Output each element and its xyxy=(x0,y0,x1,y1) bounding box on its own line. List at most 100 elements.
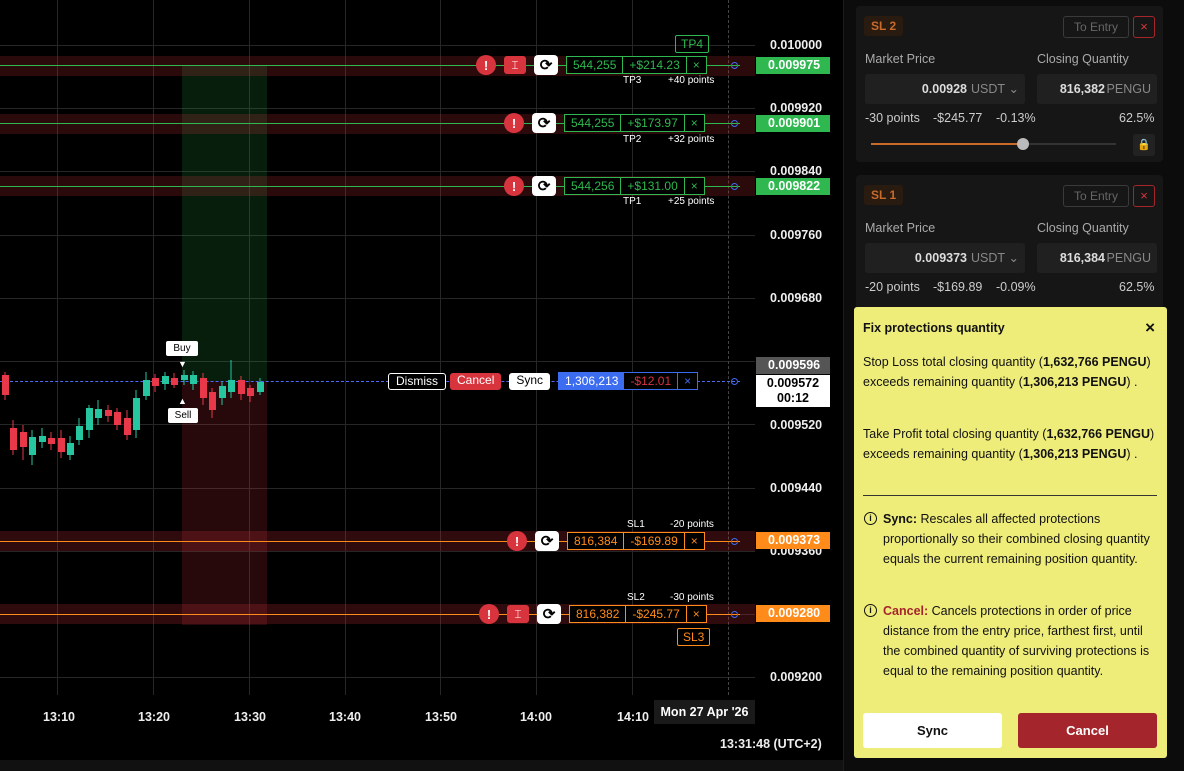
qty-unit: PENGU xyxy=(1106,251,1151,265)
info-icon: i xyxy=(864,604,877,617)
tp3-order-box[interactable]: 544,255 +$214.23 × xyxy=(566,56,707,74)
warning-icon[interactable]: ! xyxy=(507,531,527,551)
market-price-label: Market Price xyxy=(865,221,936,235)
warning-icon[interactable]: ! xyxy=(476,55,496,75)
price-tick: 0.009760 xyxy=(770,228,823,242)
slider-thumb[interactable] xyxy=(1017,138,1029,150)
closing-qty-label: Closing Quantity xyxy=(1037,221,1129,235)
tp2-label: TP2 xyxy=(623,134,642,145)
tp1-pnl: +$131.00 xyxy=(621,178,685,194)
crosshair-date-label: Mon 27 Apr '26 xyxy=(654,700,755,724)
candle-body xyxy=(10,428,17,450)
range-icon[interactable]: ⌶ xyxy=(504,56,526,74)
close-icon[interactable]: × xyxy=(687,606,706,622)
grid-line xyxy=(536,0,537,695)
quantity-slider[interactable] xyxy=(871,138,1116,150)
pnl-value: -$245.77 xyxy=(933,111,983,125)
candle-body xyxy=(162,376,169,384)
clock-label[interactable]: 13:31:48 (UTC+2) xyxy=(720,737,822,751)
sync-icon[interactable]: ⟳ xyxy=(537,604,561,624)
line-handle[interactable] xyxy=(731,62,738,69)
to-entry-button[interactable]: To Entry xyxy=(1063,16,1129,38)
share-value: 62.5% xyxy=(1119,280,1155,294)
range-icon[interactable]: ⌶ xyxy=(507,605,529,623)
position-order-box[interactable]: 1,306,213 -$12.01 × xyxy=(558,372,699,390)
sync-icon[interactable]: ⟳ xyxy=(534,55,558,75)
time-tick: 13:50 xyxy=(425,710,457,724)
sync-icon[interactable]: ⟳ xyxy=(532,113,556,133)
qty-unit: PENGU xyxy=(1106,82,1151,96)
candle-body xyxy=(238,380,245,394)
sl2-order-box[interactable]: 816,382 -$245.77 × xyxy=(569,605,707,623)
line-handle[interactable] xyxy=(731,183,738,190)
closing-qty-value: 816,384 xyxy=(1059,251,1105,265)
sync-explanation: Sync: Rescales all affected protections … xyxy=(883,509,1159,569)
sl1-order-box[interactable]: 816,384 -$169.89 × xyxy=(567,532,705,550)
tp2-points: +32 points xyxy=(668,134,715,145)
close-icon[interactable]: × xyxy=(1145,318,1155,338)
dismiss-button[interactable]: Dismiss xyxy=(388,372,446,390)
sl-total-qty: 1,632,766 PENGU xyxy=(1042,355,1147,369)
lock-icon[interactable]: 🔒 xyxy=(1133,134,1155,156)
to-entry-button[interactable]: To Entry xyxy=(1063,185,1129,207)
close-icon[interactable]: × xyxy=(1133,16,1155,38)
tp1-price-tag: 0.009822 xyxy=(756,178,830,195)
tp1-qty: 544,256 xyxy=(565,178,622,194)
sync-button[interactable]: Sync xyxy=(509,372,551,390)
market-price-field[interactable]: 0.009373 USDT ⌄ xyxy=(865,243,1025,273)
points-value: -20 points xyxy=(865,280,920,294)
close-icon[interactable]: × xyxy=(685,115,704,131)
sync-icon[interactable]: ⟳ xyxy=(535,531,559,551)
close-icon[interactable]: × xyxy=(1133,185,1155,207)
sync-icon[interactable]: ⟳ xyxy=(532,176,556,196)
cancel-button[interactable]: Cancel xyxy=(450,372,502,390)
warning-icon[interactable]: ! xyxy=(479,604,499,624)
sync-heading: Sync: xyxy=(883,512,918,526)
line-handle[interactable] xyxy=(731,611,738,618)
time-tick: 14:10 xyxy=(617,710,649,724)
tp-message: Take Profit total closing quantity (1,63… xyxy=(863,424,1159,464)
close-icon[interactable]: × xyxy=(685,178,704,194)
market-price-field[interactable]: 0.00928 USDT ⌄ xyxy=(865,74,1025,104)
line-handle[interactable] xyxy=(731,538,738,545)
tp1-order: ! ⟳ 544,256 +$131.00 × xyxy=(504,176,705,196)
sl1-price-tag: 0.009373 xyxy=(756,532,830,549)
tp1-order-box[interactable]: 544,256 +$131.00 × xyxy=(564,177,705,195)
tp2-order: ! ⟳ 544,255 +$173.97 × xyxy=(504,113,705,133)
close-icon[interactable]: × xyxy=(685,533,704,549)
candle-body xyxy=(209,392,216,410)
candle-body xyxy=(20,432,27,447)
line-handle[interactable] xyxy=(731,378,738,385)
closing-qty-field[interactable]: 816,382 PENGU xyxy=(1037,74,1157,104)
tp4-tag[interactable]: TP4 xyxy=(675,35,710,53)
line-handle[interactable] xyxy=(731,120,738,127)
divider xyxy=(863,495,1157,496)
remaining-qty: 1,306,213 PENGU xyxy=(1022,375,1127,389)
price-tick: 0.010000 xyxy=(770,38,823,52)
sl2-card-tag: SL 2 xyxy=(864,16,904,36)
candle-body xyxy=(152,378,159,386)
sl3-tag[interactable]: SL3 xyxy=(677,628,711,646)
sl2-points: -30 points xyxy=(670,592,714,603)
share-value: 62.5% xyxy=(1119,111,1155,125)
closing-qty-field[interactable]: 816,384 PENGU xyxy=(1037,243,1157,273)
close-icon[interactable]: × xyxy=(687,57,706,73)
warning-icon[interactable]: ! xyxy=(504,176,524,196)
tp-total-qty: 1,632,766 PENGU xyxy=(1046,427,1150,441)
marker-price-tag: 0.009596 xyxy=(756,357,830,374)
candle-body xyxy=(171,378,178,385)
tp2-order-box[interactable]: 544,255 +$173.97 × xyxy=(564,114,705,132)
slider-fill xyxy=(871,143,1023,145)
chart-area[interactable]: Buy ▼ ▲ Sell TP4 ! ⌶ ⟳ 544,255 +$214.23 … xyxy=(0,0,755,695)
time-tick: 14:00 xyxy=(520,710,552,724)
info-icon: i xyxy=(864,512,877,525)
tp-msg-end: ) . xyxy=(1126,447,1138,461)
candle-body xyxy=(190,375,197,384)
price-tick: 0.009440 xyxy=(770,481,823,495)
tp3-price-tag: 0.009975 xyxy=(756,57,830,74)
close-icon[interactable]: × xyxy=(678,373,697,389)
warning-icon[interactable]: ! xyxy=(504,113,524,133)
dialog-sync-button[interactable]: Sync xyxy=(863,713,1002,748)
dialog-cancel-button[interactable]: Cancel xyxy=(1018,713,1157,748)
grid-line xyxy=(345,0,346,695)
